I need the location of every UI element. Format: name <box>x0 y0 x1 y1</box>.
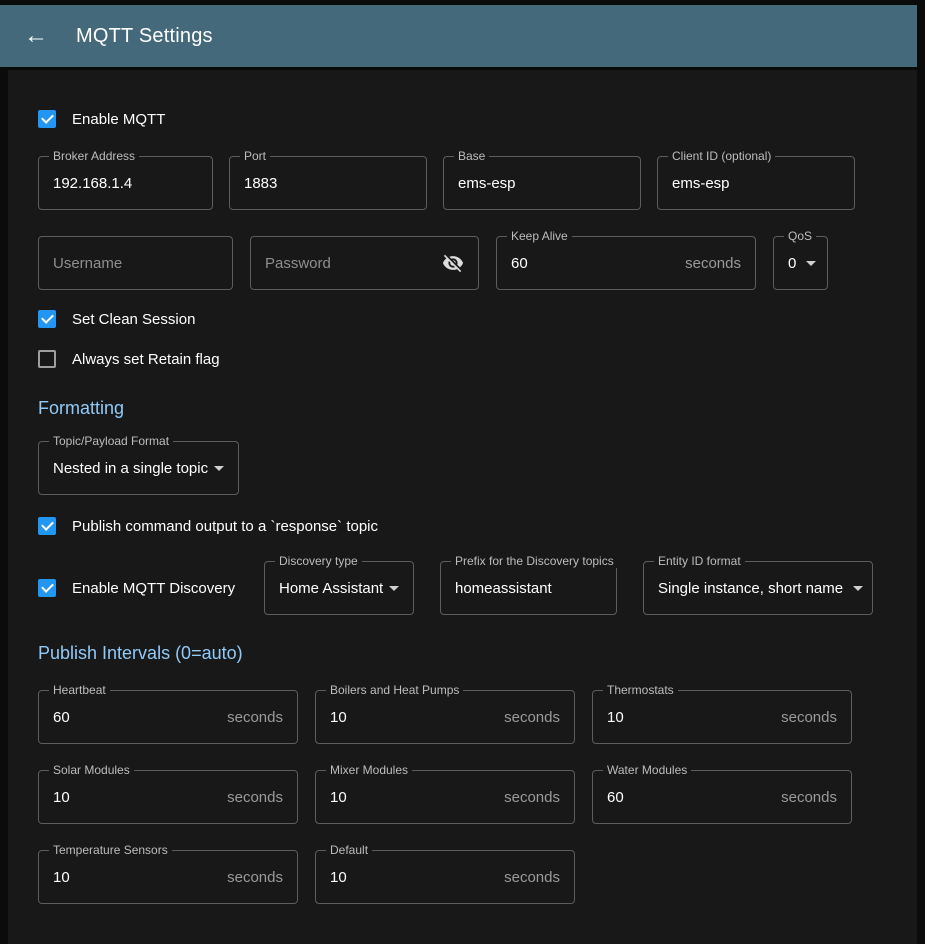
base-label: Base <box>454 149 489 163</box>
credentials-row: Keep Alive 60 seconds QoS 0 <box>38 236 887 290</box>
discovery-type-label: Discovery type <box>275 554 362 568</box>
solar-interval-field[interactable]: Solar Modules 10 seconds <box>38 770 298 824</box>
interval-suffix: seconds <box>781 709 837 726</box>
interval-label: Temperature Sensors <box>49 843 172 857</box>
discovery-label: Enable MQTT Discovery <box>72 580 235 597</box>
clean-session-label: Set Clean Session <box>72 311 195 328</box>
broker-address-field[interactable]: Broker Address <box>38 156 213 210</box>
interval-value: 10 <box>53 869 70 886</box>
interval-value: 10 <box>330 869 347 886</box>
enable-mqtt-label: Enable MQTT <box>72 111 165 128</box>
broker-address-label: Broker Address <box>49 149 139 163</box>
discovery-checkbox[interactable] <box>38 579 56 597</box>
enable-mqtt-row[interactable]: Enable MQTT <box>38 110 887 128</box>
heartbeat-interval-field[interactable]: Heartbeat 60 seconds <box>38 690 298 744</box>
broker-address-input[interactable] <box>53 175 198 192</box>
page-title: MQTT Settings <box>76 25 213 48</box>
temperature-interval-field[interactable]: Temperature Sensors 10 seconds <box>38 850 298 904</box>
topic-format-label: Topic/Payload Format <box>49 434 173 448</box>
discovery-prefix-label: Prefix for the Discovery topics <box>451 554 618 568</box>
publish-response-row[interactable]: Publish command output to a `response` t… <box>38 517 887 535</box>
interval-label: Default <box>326 843 372 857</box>
qos-label: QoS <box>784 229 816 243</box>
visibility-off-icon[interactable] <box>442 252 464 274</box>
chevron-down-icon <box>389 586 399 591</box>
interval-value: 10 <box>607 709 624 726</box>
interval-suffix: seconds <box>504 789 560 806</box>
password-input[interactable] <box>265 255 442 272</box>
interval-value: 10 <box>330 789 347 806</box>
enable-mqtt-checkbox[interactable] <box>38 110 56 128</box>
keep-alive-field[interactable]: Keep Alive 60 seconds <box>496 236 756 290</box>
entity-format-value: Single instance, short name <box>658 580 843 597</box>
entity-format-label: Entity ID format <box>654 554 745 568</box>
formatting-heading: Formatting <box>38 398 887 419</box>
retain-flag-checkbox[interactable] <box>38 350 56 368</box>
port-field[interactable]: Port <box>229 156 427 210</box>
appbar: ← MQTT Settings <box>0 5 917 67</box>
discovery-row: Enable MQTT Discovery Discovery type Hom… <box>38 561 887 615</box>
topic-format-select[interactable]: Topic/Payload Format Nested in a single … <box>38 441 239 495</box>
publish-response-label: Publish command output to a `response` t… <box>72 518 378 535</box>
interval-label: Water Modules <box>603 763 691 777</box>
topic-format-value: Nested in a single topic <box>53 460 208 477</box>
back-arrow-icon[interactable]: ← <box>22 24 50 48</box>
keep-alive-label: Keep Alive <box>507 229 572 243</box>
port-label: Port <box>240 149 270 163</box>
topic-format-row: Topic/Payload Format Nested in a single … <box>38 441 887 495</box>
base-input[interactable] <box>458 175 626 192</box>
interval-label: Boilers and Heat Pumps <box>326 683 463 697</box>
interval-value: 60 <box>53 709 70 726</box>
publish-response-checkbox[interactable] <box>38 517 56 535</box>
keep-alive-suffix: seconds <box>685 255 741 272</box>
interval-suffix: seconds <box>227 709 283 726</box>
interval-label: Thermostats <box>603 683 678 697</box>
chevron-down-icon <box>214 466 224 471</box>
default-interval-field[interactable]: Default 10 seconds <box>315 850 575 904</box>
discovery-type-select[interactable]: Discovery type Home Assistant <box>264 561 414 615</box>
interval-value: 60 <box>607 789 624 806</box>
discovery-prefix-input[interactable] <box>455 580 602 597</box>
chevron-down-icon <box>853 586 863 591</box>
clean-session-checkbox[interactable] <box>38 310 56 328</box>
discovery-toggle-row[interactable]: Enable MQTT Discovery <box>38 579 264 597</box>
mixer-interval-field[interactable]: Mixer Modules 10 seconds <box>315 770 575 824</box>
username-field[interactable] <box>38 236 233 290</box>
interval-suffix: seconds <box>504 709 560 726</box>
chevron-down-icon <box>806 261 816 266</box>
interval-value: 10 <box>53 789 70 806</box>
interval-suffix: seconds <box>781 789 837 806</box>
password-field[interactable] <box>250 236 479 290</box>
intervals-grid: Heartbeat 60 seconds Boilers and Heat Pu… <box>38 690 887 904</box>
client-id-label: Client ID (optional) <box>668 149 775 163</box>
thermostats-interval-field[interactable]: Thermostats 10 seconds <box>592 690 852 744</box>
port-input[interactable] <box>244 175 412 192</box>
mqtt-settings-form: Enable MQTT Broker Address Port Base Cli… <box>8 70 917 944</box>
qos-value: 0 <box>788 255 796 272</box>
clean-session-row[interactable]: Set Clean Session <box>38 310 887 328</box>
discovery-type-value: Home Assistant <box>279 580 383 597</box>
water-interval-field[interactable]: Water Modules 60 seconds <box>592 770 852 824</box>
discovery-prefix-field[interactable]: Prefix for the Discovery topics <box>440 561 617 615</box>
publish-intervals-heading: Publish Intervals (0=auto) <box>38 643 887 664</box>
interval-label: Solar Modules <box>49 763 134 777</box>
interval-suffix: seconds <box>227 869 283 886</box>
entity-format-select[interactable]: Entity ID format Single instance, short … <box>643 561 873 615</box>
keep-alive-value: 60 <box>511 255 528 272</box>
client-id-field[interactable]: Client ID (optional) <box>657 156 855 210</box>
username-input[interactable] <box>53 255 218 272</box>
broker-row: Broker Address Port Base Client ID (opti… <box>38 156 887 210</box>
retain-flag-label: Always set Retain flag <box>72 351 220 368</box>
base-field[interactable]: Base <box>443 156 641 210</box>
client-id-input[interactable] <box>672 175 840 192</box>
interval-label: Mixer Modules <box>326 763 412 777</box>
interval-suffix: seconds <box>227 789 283 806</box>
interval-suffix: seconds <box>504 869 560 886</box>
qos-select[interactable]: QoS 0 <box>773 236 828 290</box>
boilers-interval-field[interactable]: Boilers and Heat Pumps 10 seconds <box>315 690 575 744</box>
retain-flag-row[interactable]: Always set Retain flag <box>38 350 887 368</box>
interval-label: Heartbeat <box>49 683 110 697</box>
interval-value: 10 <box>330 709 347 726</box>
